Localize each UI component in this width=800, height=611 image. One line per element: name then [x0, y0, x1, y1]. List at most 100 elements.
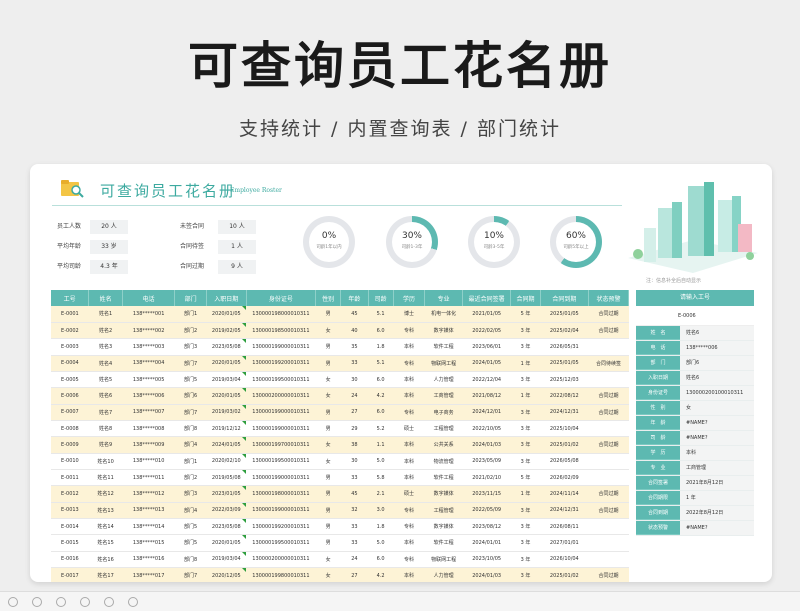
lookup-header: 请输入工号 — [636, 290, 754, 306]
table-cell: 姓名3 — [88, 338, 123, 356]
table-cell: 5.1 — [368, 355, 394, 372]
employee-id-input[interactable]: E-0006 — [636, 306, 754, 326]
table-cell: 专科 — [393, 322, 425, 340]
table-cell: 130000199200010311 — [246, 355, 316, 372]
table-cell: 130000198500010311 — [246, 322, 316, 340]
table-cell: 40 — [340, 322, 369, 340]
lookup-key: 电 话 — [636, 341, 680, 355]
table-cell: 合同过期 — [588, 567, 629, 582]
table-cell: 24 — [340, 551, 369, 569]
table-cell: 软件工程 — [424, 338, 463, 356]
copy-icon[interactable] — [80, 597, 90, 607]
table-cell: 130000199000010311 — [246, 420, 316, 438]
table-cell: 2023/08/12 — [462, 518, 511, 536]
table-cell: E-0016 — [51, 551, 89, 569]
table-header-row: 工号 姓名 电话 部门 入职日期 身份证号 性别 年龄 司龄 学历 专业 最近合同签署 合同期 合同到期状… — [51, 290, 630, 306]
table-cell — [588, 338, 629, 356]
table-cell: 2020/01/05 — [206, 534, 247, 552]
table-cell: 本科 — [393, 387, 425, 405]
table-cell: 专科 — [393, 551, 425, 569]
lookup-row: 状态预警 #NAME? — [636, 521, 754, 536]
table-cell: 姓名15 — [88, 534, 123, 552]
table-cell: 软件工程 — [424, 534, 463, 552]
table-cell: 合同待续签 — [588, 355, 629, 372]
table-cell: 130000199000010311 — [246, 404, 316, 421]
lookup-row: 姓 名姓名6 — [636, 326, 754, 341]
ring-label: 司龄1年以内 — [316, 245, 342, 250]
table-cell: 2024/12/31 — [540, 404, 589, 421]
table-cell: 男 — [315, 404, 341, 421]
table-row: E-0005 姓名5 138*****005 部门5 2019/03/04 1300001… — [51, 371, 629, 389]
table-cell: 物联网工程 — [424, 551, 463, 569]
table-cell: 2025/01/02 — [540, 567, 589, 582]
table-cell: E-0001 — [51, 306, 89, 323]
table-cell: 2021/01/05 — [462, 306, 511, 323]
card-title: 可查询员工花名册 — [100, 182, 237, 200]
zoom-icon[interactable] — [104, 597, 114, 607]
table-cell: 29 — [340, 420, 369, 438]
table-cell: 3 年 — [510, 453, 541, 470]
table-cell: 130000198000010311 — [246, 485, 316, 503]
table-cell: 2026/10/04 — [540, 551, 589, 569]
lookup-row: 入职日期 姓名6 — [636, 371, 754, 386]
table-row: E-0016 姓名16 138*****016 部门8 2019/03/04 130000… — [51, 551, 629, 569]
lookup-value: #NAME? — [680, 416, 754, 430]
column-header: 部门 — [174, 290, 207, 306]
table-cell: 工程管理 — [424, 502, 463, 519]
table-cell: 合同过期 — [588, 404, 629, 421]
table-cell: 3 年 — [510, 404, 541, 421]
table-cell: 部门3 — [174, 485, 207, 503]
table-cell: 数字媒体 — [424, 518, 463, 536]
lookup-row: 身份证号 130000200100010311 — [636, 386, 754, 401]
table-cell: 6.0 — [368, 551, 394, 569]
table-cell: 138*****008 — [122, 420, 175, 438]
table-cell: 35 — [340, 338, 369, 356]
table-cell: 部门5 — [174, 534, 207, 552]
table-cell: 3 年 — [510, 371, 541, 389]
ring-label: 司龄5年以上 — [563, 245, 589, 250]
table-cell: 姓名16 — [88, 551, 123, 569]
table-cell: 男 — [315, 518, 341, 536]
table-cell: 3 年 — [510, 534, 541, 552]
table-cell: 人力管理 — [424, 567, 463, 582]
table-cell: 物联网工程 — [424, 355, 463, 372]
lookup-row: 合同到期 2022年8月12日 — [636, 506, 754, 521]
ring-label: 司龄3-5年 — [483, 245, 505, 250]
table-cell: 2025/01/05 — [540, 306, 589, 323]
lookup-row: 学 历本科 — [636, 446, 754, 461]
table-cell: 本科 — [393, 453, 425, 470]
table-row: E-0003 姓名3 138*****003 部门3 2023/05/08 1300001… — [51, 338, 629, 356]
pen-icon[interactable] — [56, 597, 66, 607]
table-cell — [588, 534, 629, 552]
table-cell: 3 年 — [510, 322, 541, 340]
column-header: 性别 — [315, 290, 342, 306]
lookup-value: 2022年8月12日 — [680, 506, 754, 520]
table-cell: 2026/08/11 — [540, 518, 589, 536]
play-icon[interactable] — [32, 597, 42, 607]
table-cell: E-0017 — [51, 567, 89, 582]
column-header: 年龄 — [340, 290, 369, 306]
table-row: E-0010 姓名10 138*****010 部门1 2020/02/10 130000… — [51, 453, 629, 470]
roster-card: 可查询员工花名册 Employee Roster 员工人数 20 人 平均年龄 … — [30, 164, 772, 582]
table-cell: 博士 — [393, 306, 425, 323]
table-cell: 2019/12/12 — [206, 420, 247, 438]
table-cell: 姓名4 — [88, 355, 123, 372]
table-cell: 33 — [340, 355, 369, 372]
table-cell: 130000200000010311 — [246, 551, 316, 569]
more-icon[interactable] — [128, 597, 138, 607]
table-cell: 2022/10/05 — [462, 420, 511, 438]
table-cell — [588, 420, 629, 438]
table-cell: 工程管理 — [424, 420, 463, 438]
table-cell: 2025/01/05 — [540, 355, 589, 372]
table-cell: 软件工程 — [424, 469, 463, 487]
previous-icon[interactable] — [8, 597, 18, 607]
lookup-row: 专 业工商管理 — [636, 461, 754, 476]
ring-percent: 30% — [401, 231, 422, 241]
table-cell: 部门7 — [174, 567, 207, 582]
table-cell: 姓名1 — [88, 306, 123, 323]
table-cell: 2023/10/05 — [462, 551, 511, 569]
table-cell: 男 — [315, 534, 341, 552]
table-cell: 男 — [315, 485, 341, 503]
table-row: E-0007 姓名7 138*****007 部门7 2019/03/02 1300001… — [51, 404, 629, 421]
table-cell: E-0013 — [51, 502, 89, 519]
